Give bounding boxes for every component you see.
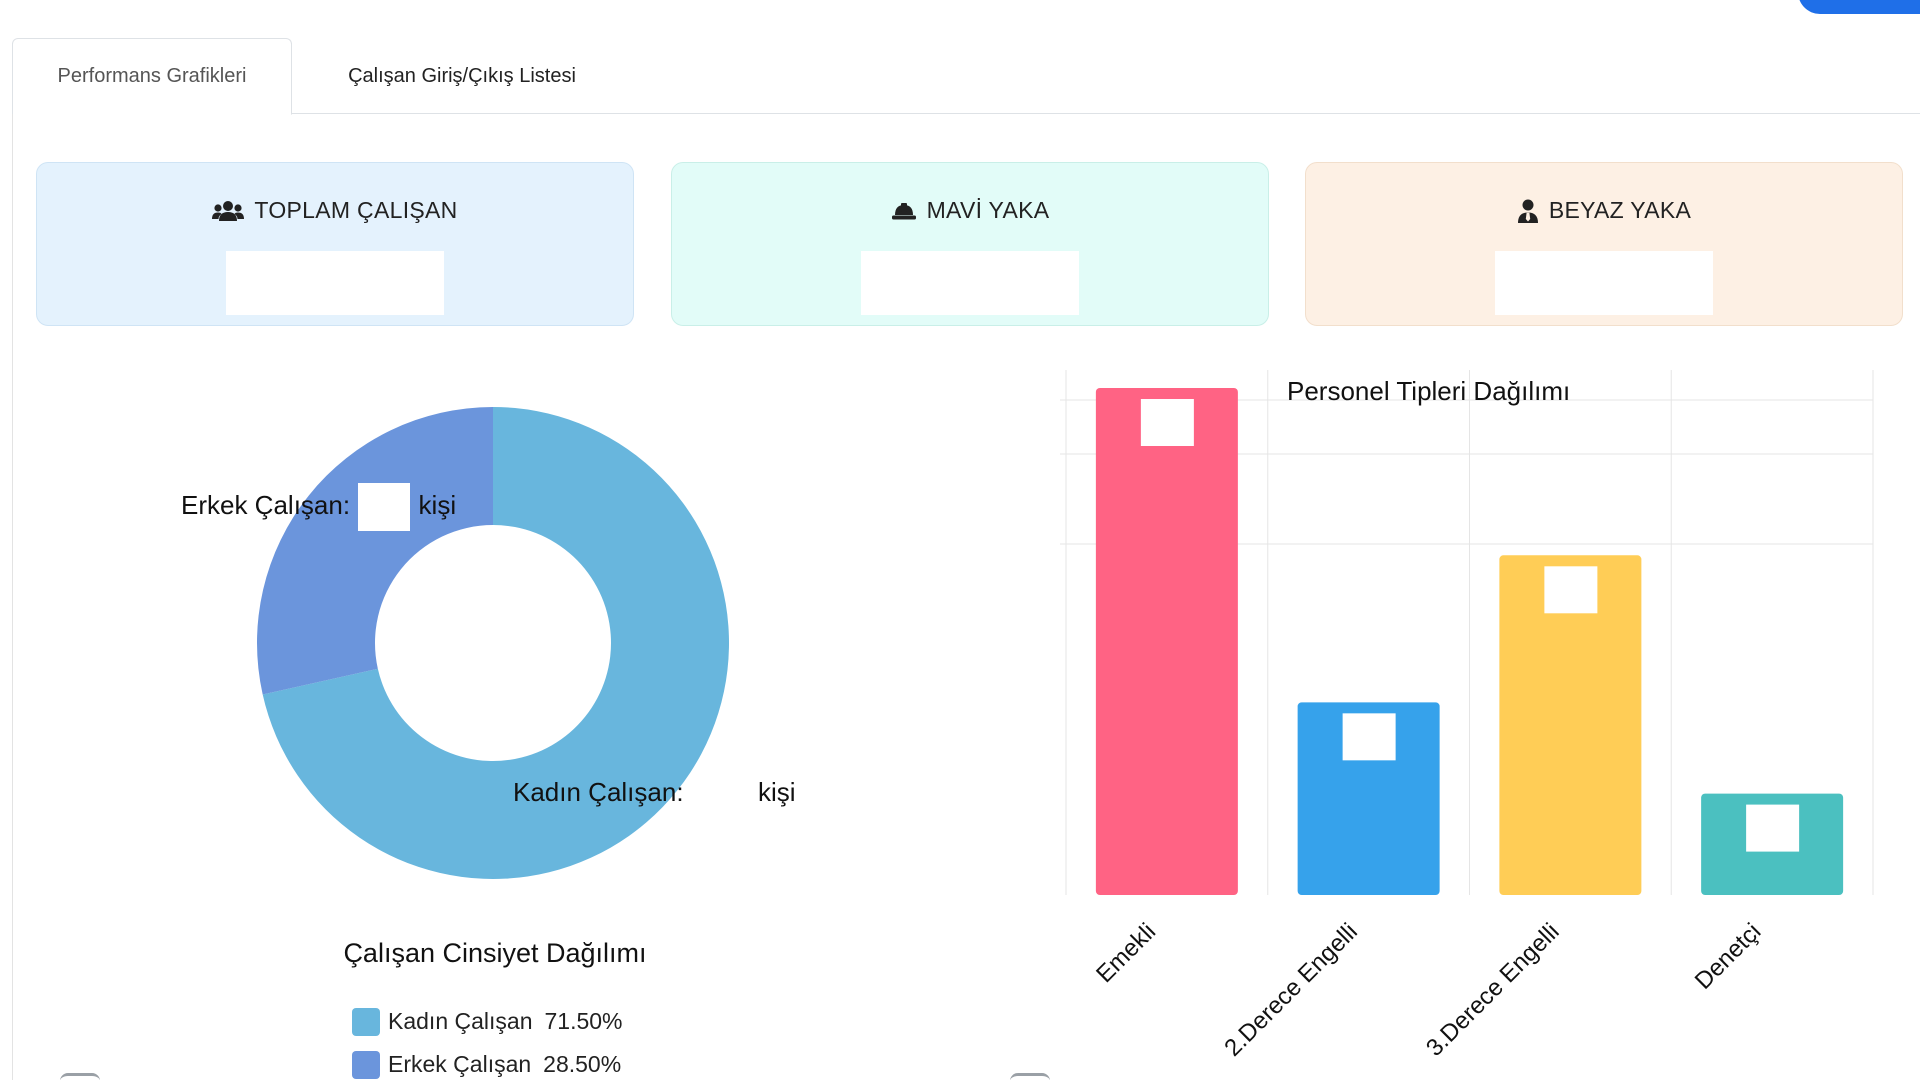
x-axis-tick-label: Denetçi [1690, 918, 1767, 995]
gender-chart-legend: Kadın Çalışan 71.50% Erkek Çalışan 28.50… [352, 1000, 623, 1080]
legend-label-female: Kadın Çalışan [388, 1008, 533, 1034]
legend-label-male: Erkek Çalışan [388, 1051, 532, 1077]
top-action-button[interactable] [1798, 0, 1920, 14]
legend-item-male[interactable]: Erkek Çalışan 28.50% [352, 1043, 623, 1080]
female-unit: kişi [758, 777, 796, 807]
legend-swatch-female [352, 1007, 380, 1036]
legend-pct-female: 71.50% [544, 1008, 623, 1034]
footer-icon-left [60, 1073, 100, 1080]
male-count-value [358, 483, 411, 531]
users-icon [212, 200, 245, 221]
legend-pct-male: 28.50% [543, 1051, 622, 1077]
personnel-type-bar-chart: Emekli 2.Derece Engelli 3.Derece Engelli De… [1060, 370, 1874, 1062]
x-axis-tick-label: 2.Derece Engelli [1219, 918, 1363, 1062]
bar-value-label-3 [1544, 566, 1598, 614]
blue-collar-card: MAVİ YAKA [671, 162, 1269, 326]
male-label-text: Erkek Çalışan: [181, 489, 351, 520]
legend-item-female[interactable]: Kadın Çalışan 71.50% [352, 1000, 623, 1043]
bar-value-label-2 [1342, 713, 1396, 761]
footer-icon-right [1010, 1073, 1050, 1080]
bar-chart-title: Personel Tipleri Dağılımı [1287, 376, 1571, 406]
x-axis-tick-label: Emekli [1091, 918, 1161, 988]
male-unit: kişi [418, 489, 457, 520]
tab-performance-charts[interactable]: Performans Grafikleri [12, 38, 292, 115]
bar-value-label-1 [1140, 399, 1194, 446]
tab-bar: Performans Grafikleri Çalışan Giriş/Çıkı… [12, 38, 1920, 115]
user-tie-icon [1517, 199, 1538, 223]
bar-value-label-4 [1746, 804, 1800, 852]
donut-slice-male[interactable] [257, 407, 493, 695]
bar-1[interactable] [1095, 388, 1238, 895]
female-label-text: Kadın Çalışan: [513, 777, 684, 807]
white-collar-label: BEYAZ YAKA [1548, 197, 1692, 223]
blue-collar-value [861, 251, 1079, 315]
hard-hat-icon [891, 202, 916, 219]
tab-employee-entry-exit-list[interactable]: Çalışan Giriş/Çıkış Listesi [302, 38, 622, 115]
legend-swatch-male [352, 1050, 380, 1079]
blue-collar-label: MAVİ YAKA [926, 197, 1050, 223]
gender-chart-title: Çalışan Cinsiyet Dağılımı [343, 938, 647, 968]
white-collar-card: BEYAZ YAKA [1305, 162, 1903, 326]
total-employees-card: TOPLAM ÇALIŞAN [36, 162, 634, 326]
gender-donut-chart [257, 407, 729, 879]
total-employees-value [226, 251, 444, 315]
total-employees-label: TOPLAM ÇALIŞAN [254, 197, 458, 223]
white-collar-value [1495, 251, 1713, 315]
female-count-label: Kadın Çalışan: kişi [513, 777, 796, 808]
male-count-label: Erkek Çalışan: kişi [181, 483, 456, 531]
content-border [12, 114, 13, 1080]
x-axis-tick-label: 3.Derece Engelli [1421, 918, 1565, 1062]
